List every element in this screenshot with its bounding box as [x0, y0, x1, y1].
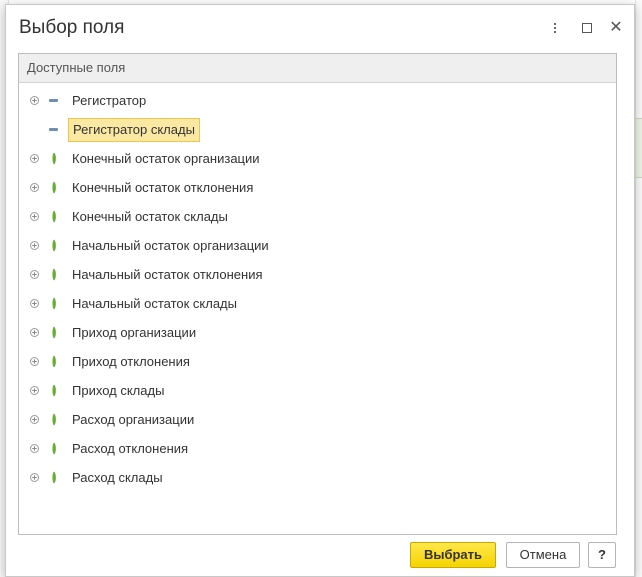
resource-leaf-icon: [51, 297, 57, 310]
resource-leaf-icon: [51, 471, 57, 484]
dimension-icon: [49, 99, 58, 102]
maximize-icon[interactable]: [576, 17, 598, 39]
tree-row[interactable]: Приход склады: [19, 379, 616, 403]
expand-plus-icon[interactable]: [30, 96, 39, 105]
resource-leaf-icon: [51, 181, 57, 194]
expand-plus-icon[interactable]: [30, 444, 39, 453]
resource-leaf-icon: [51, 152, 57, 165]
resource-leaf-icon: [51, 384, 57, 397]
tree-item-label: Расход организации: [72, 412, 195, 427]
available-fields-panel: Доступные поля Регистратор Регистратор ск…: [18, 53, 617, 535]
expand-plus-icon[interactable]: [30, 154, 39, 163]
resource-leaf-icon: [51, 268, 57, 281]
resource-leaf-icon: [51, 442, 57, 455]
tree-item-label: Расход склады: [72, 470, 163, 485]
cancel-button[interactable]: Отмена: [506, 542, 580, 568]
resource-leaf-icon: [51, 210, 57, 223]
select-button[interactable]: Выбрать: [410, 542, 496, 568]
tree-row[interactable]: Расход отклонения: [19, 437, 616, 461]
tree-row[interactable]: Приход отклонения: [19, 350, 616, 374]
expand-plus-icon[interactable]: [30, 386, 39, 395]
dialog-title: Выбор поля: [19, 17, 125, 38]
tree-row[interactable]: Начальный остаток организации: [19, 234, 616, 258]
dimension-icon: [49, 128, 58, 131]
expand-plus-icon[interactable]: [30, 473, 39, 482]
tree-row[interactable]: Конечный остаток организации: [19, 147, 616, 171]
tree-item-label: Начальный остаток склады: [72, 296, 237, 311]
tree-row[interactable]: Регистратор склады: [19, 118, 616, 142]
field-selection-dialog: Выбор поля ✕ Доступные поля Регистратор Р…: [5, 4, 635, 577]
tree-item-label: Регистратор склады: [68, 118, 200, 142]
tree-item-label: Начальный остаток организации: [72, 238, 269, 253]
tree-item-label: Регистратор: [72, 93, 147, 108]
expand-plus-icon[interactable]: [30, 328, 39, 337]
resource-leaf-icon: [51, 326, 57, 339]
tree-row[interactable]: Расход склады: [19, 466, 616, 490]
tree-row[interactable]: Расход организации: [19, 408, 616, 432]
expand-plus-icon[interactable]: [30, 357, 39, 366]
expand-plus-icon[interactable]: [30, 299, 39, 308]
tree-item-label: Конечный остаток склады: [72, 209, 228, 224]
close-icon[interactable]: ✕: [605, 17, 627, 39]
tree-item-label: Конечный остаток организации: [72, 151, 260, 166]
tree-item-label: Приход отклонения: [72, 354, 190, 369]
tree-row[interactable]: Регистратор: [19, 89, 616, 113]
tree-item-label: Конечный остаток отклонения: [72, 180, 254, 195]
help-button[interactable]: ?: [588, 542, 616, 568]
expand-plus-icon[interactable]: [30, 415, 39, 424]
resource-leaf-icon: [51, 413, 57, 426]
background-right-strip: [635, 0, 642, 577]
background-right-header: [636, 118, 642, 178]
resource-leaf-icon: [51, 355, 57, 368]
tree-row[interactable]: Начальный остаток склады: [19, 292, 616, 316]
expand-plus-icon[interactable]: [30, 183, 39, 192]
tree-row[interactable]: Приход организации: [19, 321, 616, 345]
expand-plus-icon[interactable]: [30, 270, 39, 279]
tree-item-label: Приход организации: [72, 325, 197, 340]
tree-row[interactable]: Конечный остаток отклонения: [19, 176, 616, 200]
tree-item-label: Расход отклонения: [72, 441, 189, 456]
more-vertical-icon[interactable]: [544, 17, 566, 39]
resource-leaf-icon: [51, 239, 57, 252]
expand-plus-icon[interactable]: [30, 212, 39, 221]
tree-item-label: Начальный остаток отклонения: [72, 267, 263, 282]
tree-row[interactable]: Конечный остаток склады: [19, 205, 616, 229]
expand-plus-icon[interactable]: [30, 241, 39, 250]
panel-header: Доступные поля: [19, 54, 616, 83]
tree-item-label: Приход склады: [72, 383, 165, 398]
tree-row[interactable]: Начальный остаток отклонения: [19, 263, 616, 287]
